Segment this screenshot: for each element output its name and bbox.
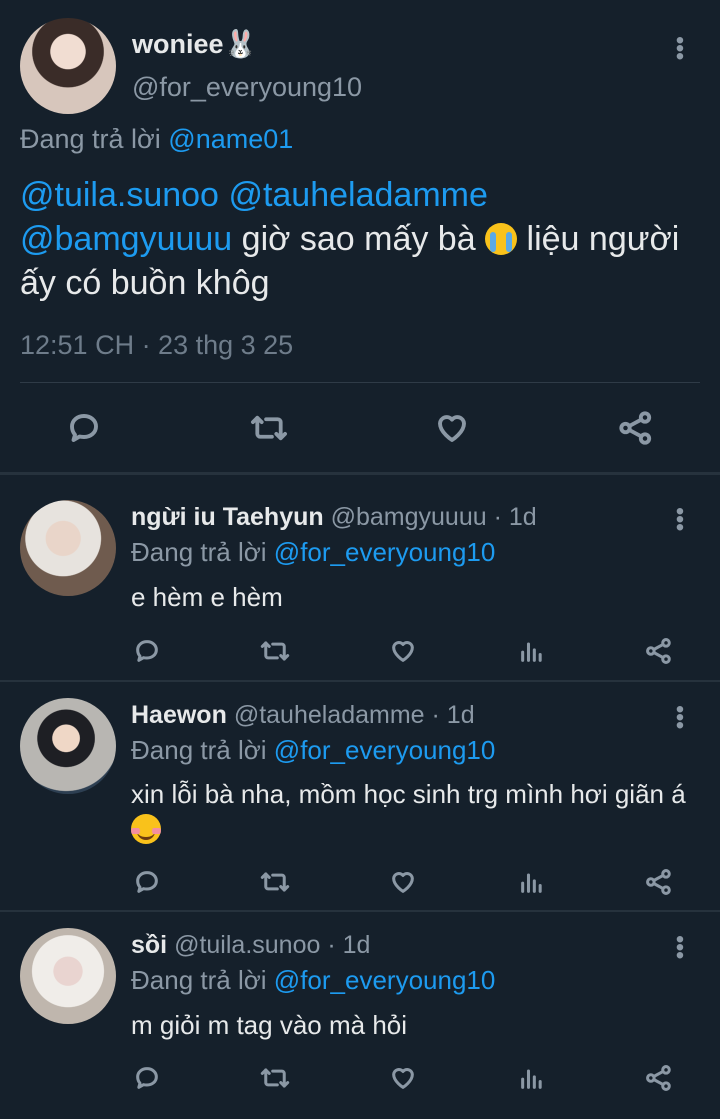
user-handle[interactable]: @tauheladamme xyxy=(234,701,425,729)
display-name[interactable]: sồi xyxy=(131,931,167,959)
reply-text: xin lỗi bà nha, mồm học sinh trg mình hơ… xyxy=(131,776,691,848)
replying-to: Đang trả lời @for_everyoung10 xyxy=(131,735,495,766)
user-handle[interactable]: @bamgyuuuu xyxy=(331,503,487,531)
retweet-icon[interactable] xyxy=(260,637,290,665)
reply-text-content: xin lỗi bà nha, mồm học sinh trg mình hơ… xyxy=(131,779,686,809)
display-name[interactable]: ngừi iu Taehyun xyxy=(131,503,324,531)
reply-icon[interactable] xyxy=(133,637,161,665)
more-options-icon[interactable]: • • • xyxy=(673,698,687,738)
mention-link[interactable]: @tauheladamme xyxy=(228,176,487,214)
tweet-text-part: giờ sao mấy bà xyxy=(241,220,476,258)
analytics-icon[interactable] xyxy=(518,1064,546,1092)
reply-text: m giỏi m tag vào mà hỏi xyxy=(131,1010,408,1040)
tweet-age: · 1d xyxy=(327,931,371,959)
replying-to: Đang trả lời @for_everyoung10 xyxy=(131,965,495,996)
reply-to-mention[interactable]: @for_everyoung10 xyxy=(274,965,496,995)
like-icon[interactable] xyxy=(389,1064,417,1092)
mention-link[interactable]: @tuila.sunoo xyxy=(20,176,219,214)
reply-prefix: Đang trả lời xyxy=(131,537,267,567)
reply-to-mention[interactable]: @for_everyoung10 xyxy=(274,537,496,567)
reply-text: e hèm e hèm xyxy=(131,582,283,612)
analytics-icon[interactable] xyxy=(518,637,546,665)
like-icon[interactable] xyxy=(389,868,417,896)
reply-tweet[interactable]: Haewon @tauheladamme · 1d • • • Đang trả l… xyxy=(0,682,720,910)
like-icon[interactable] xyxy=(389,637,417,665)
replying-to: Đang trả lời @name01 xyxy=(20,124,293,155)
reply-header: sồi @tuila.sunoo · 1d xyxy=(131,931,370,960)
divider xyxy=(20,382,700,383)
retweet-icon[interactable] xyxy=(260,868,290,896)
reply-prefix: Đang trả lời xyxy=(131,735,267,765)
avatar[interactable] xyxy=(20,500,116,596)
avatar[interactable] xyxy=(20,928,116,1024)
reply-to-mention[interactable]: @name01 xyxy=(168,124,293,154)
share-icon[interactable] xyxy=(645,868,673,896)
mention-link[interactable]: @bamgyuuuu xyxy=(20,220,232,258)
loudly-crying-face-icon xyxy=(485,223,518,255)
avatar[interactable] xyxy=(20,698,116,794)
reply-header: ngừi iu Taehyun @bamgyuuuu · 1d xyxy=(131,503,537,532)
more-options-icon[interactable]: • • • xyxy=(673,928,687,968)
smiling-face-icon xyxy=(131,814,161,844)
user-handle[interactable]: @for_everyoung10 xyxy=(132,72,362,103)
analytics-icon[interactable] xyxy=(518,868,546,896)
share-icon[interactable] xyxy=(645,637,673,665)
tweet-age: · 1d xyxy=(431,701,475,729)
reply-icon[interactable] xyxy=(66,410,102,446)
retweet-icon[interactable] xyxy=(260,1064,290,1092)
reply-header: Haewon @tauheladamme · 1d xyxy=(131,701,475,730)
reply-tweet[interactable]: sồi @tuila.sunoo · 1d • • • Đang trả lời @… xyxy=(0,912,720,1119)
reply-prefix: Đang trả lời xyxy=(20,124,161,154)
retweet-icon[interactable] xyxy=(250,410,288,446)
reply-prefix: Đang trả lời xyxy=(131,965,267,995)
tweet-timestamp[interactable]: 12:51 CH · 23 thg 3 25 xyxy=(20,330,293,361)
replying-to: Đang trả lời @for_everyoung10 xyxy=(131,537,495,568)
display-name[interactable]: woniee🐰 xyxy=(132,28,257,60)
user-handle[interactable]: @tuila.sunoo xyxy=(174,931,320,959)
reply-tweet[interactable]: ngừi iu Taehyun @bamgyuuuu · 1d • • • Đang… xyxy=(0,475,720,680)
tweet-text: @tuila.sunoo @tauheladamme @bamgyuuuu gi… xyxy=(20,173,700,305)
share-icon[interactable] xyxy=(618,410,654,446)
reply-icon[interactable] xyxy=(133,868,161,896)
display-name[interactable]: Haewon xyxy=(131,701,227,729)
reply-to-mention[interactable]: @for_everyoung10 xyxy=(274,735,496,765)
share-icon[interactable] xyxy=(645,1064,673,1092)
like-icon[interactable] xyxy=(434,410,470,446)
avatar[interactable] xyxy=(20,18,116,114)
tweet-age: · 1d xyxy=(493,503,537,531)
reply-icon[interactable] xyxy=(133,1064,161,1092)
more-options-icon[interactable]: • • • xyxy=(673,29,687,69)
main-tweet: woniee🐰 @for_everyoung10 • • • Đang trả lờ… xyxy=(0,0,720,472)
more-options-icon[interactable]: • • • xyxy=(673,500,687,540)
